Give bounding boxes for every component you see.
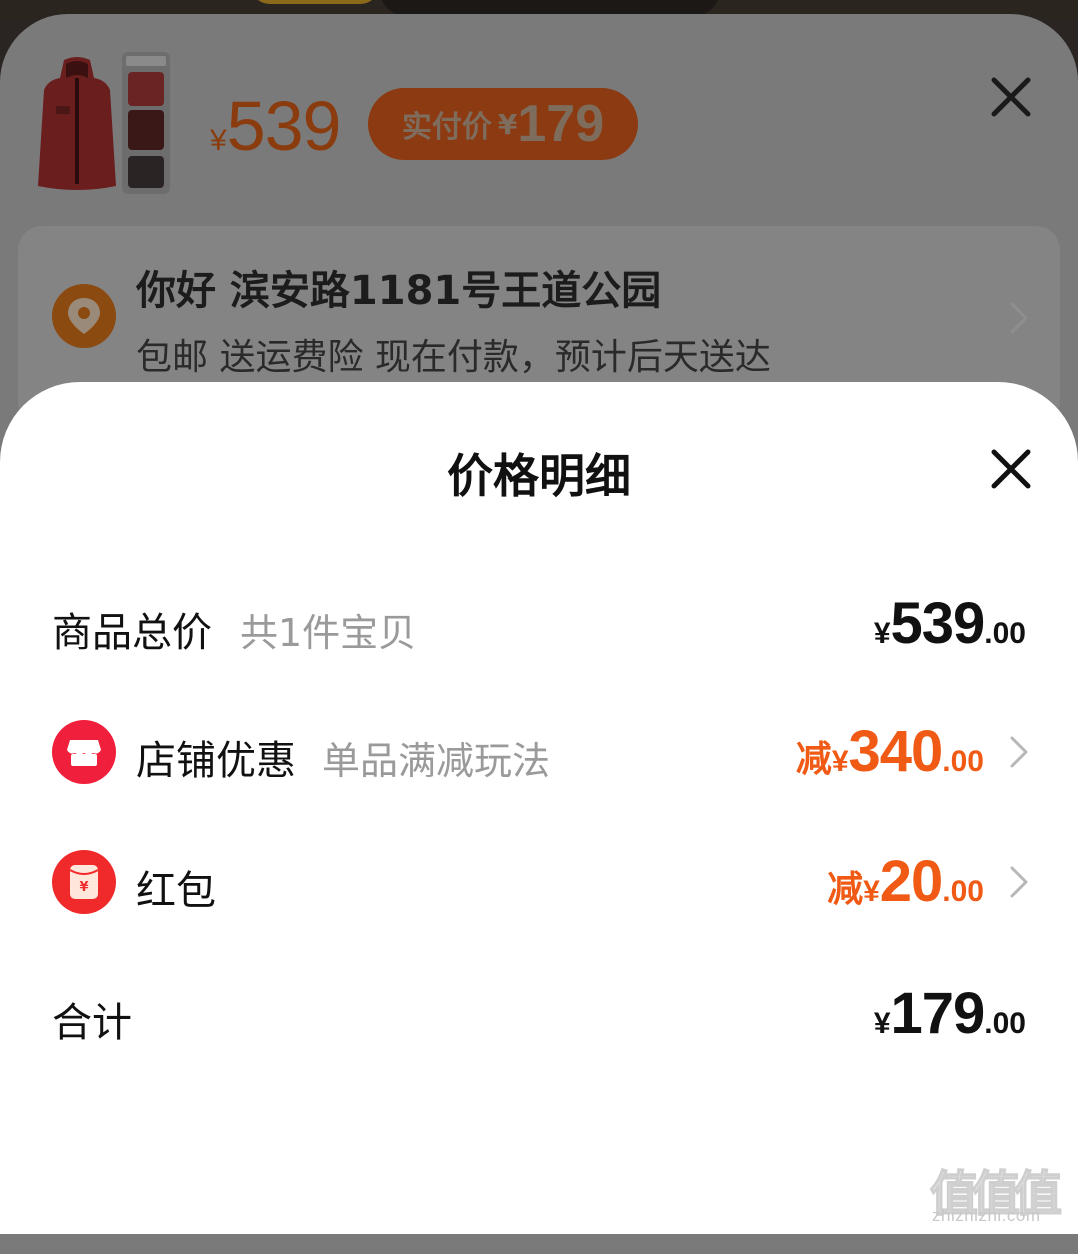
minus-label: 减	[827, 869, 864, 910]
goods-total-amount: ¥539.00	[874, 590, 1026, 657]
red-vest-image	[38, 57, 116, 190]
close-icon[interactable]	[986, 444, 1036, 494]
shop-discount-label: 店铺优惠	[136, 738, 296, 784]
red-envelope-icon: ¥	[52, 850, 116, 914]
amount-decimal: .00	[984, 1007, 1026, 1040]
price-value: 539	[226, 87, 342, 165]
chevron-right-icon	[1010, 302, 1028, 334]
amount-integer: 20	[879, 849, 944, 914]
thumbnail-caption	[126, 56, 166, 66]
chevron-right-icon	[1010, 736, 1028, 768]
actual-pay-badge: 实付价 ¥ 179	[368, 88, 638, 160]
shop-discount-amount: 减¥340.00	[796, 718, 984, 785]
currency-symbol: ¥	[873, 1007, 891, 1040]
product-price: ¥539	[210, 86, 342, 166]
row-goods-total: 商品总价 共1件宝贝 ¥539.00	[0, 584, 1078, 664]
watermark-domain: zhizhizhi.com	[932, 1206, 1041, 1225]
item-count: 共1件宝贝	[240, 611, 417, 655]
amount-integer: 340	[848, 719, 944, 784]
red-envelope-label: 红包	[136, 868, 216, 914]
price-detail-sheet	[0, 382, 1078, 1234]
watermark: 值值值 zhizhizhi.com	[929, 1150, 1070, 1230]
total-amount: ¥179.00	[874, 980, 1026, 1047]
currency-symbol: ¥	[873, 617, 891, 650]
address-title: 你好 滨安路1181号王道公园	[136, 268, 662, 314]
amount-decimal: .00	[942, 875, 984, 908]
row-total: 合计 ¥179.00	[0, 974, 1078, 1054]
row-shop-discount[interactable]: 店铺优惠 单品满减玩法 减¥340.00	[0, 712, 1078, 792]
amount-integer: 539	[890, 591, 986, 656]
sheet-title: 价格明细	[447, 449, 631, 503]
actual-pay-currency: ¥	[497, 107, 518, 141]
shop-icon	[52, 720, 116, 784]
row-red-envelope[interactable]: ¥ 红包 减¥20.00	[0, 842, 1078, 922]
total-label: 合计	[52, 1000, 132, 1046]
thumbnail-variant-3	[128, 156, 164, 188]
status-highlight	[250, 0, 380, 4]
shop-discount-rule: 单品满减玩法	[322, 739, 551, 783]
minus-label: 减	[795, 739, 832, 780]
amount-decimal: .00	[942, 745, 984, 778]
currency-symbol: ¥	[863, 875, 880, 908]
actual-pay-value: 179	[517, 95, 605, 153]
price-currency: ¥	[210, 124, 227, 157]
actual-pay-label: 实付价	[401, 110, 492, 145]
goods-total-label: 商品总价	[52, 610, 212, 656]
thumbnail-strip	[122, 52, 170, 194]
product-thumbnail[interactable]	[36, 52, 170, 194]
amount-integer: 179	[890, 981, 986, 1046]
currency-symbol: ¥	[831, 745, 849, 778]
amount-decimal: .00	[984, 617, 1026, 650]
chevron-right-icon	[1010, 866, 1028, 898]
thumbnail-variant-2	[128, 110, 164, 150]
red-envelope-amount: 减¥20.00	[827, 848, 984, 915]
shipping-info: 包邮 送运费险 现在付款，预计后天送达	[136, 337, 771, 378]
close-icon[interactable]	[986, 72, 1036, 122]
svg-text:¥: ¥	[79, 880, 88, 895]
thumbnail-variant-1	[128, 72, 164, 106]
location-pin-icon	[52, 284, 116, 348]
